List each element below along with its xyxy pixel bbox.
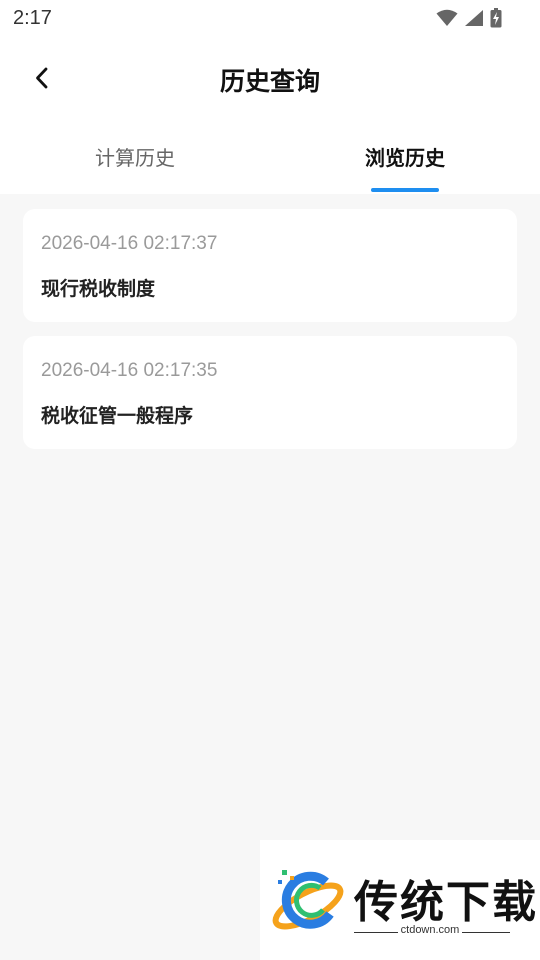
history-item[interactable]: 2026-04-16 02:17:37 现行税收制度 [23, 209, 517, 322]
tab-browse-history[interactable]: 浏览历史 [270, 142, 540, 171]
watermark: 传统下载 ctdown.com [260, 840, 540, 960]
status-time: 2:17 [13, 7, 52, 29]
header: 历史查询 [0, 48, 540, 112]
history-item-time: 2026-04-16 02:17:35 [41, 360, 218, 381]
history-item-time: 2026-04-16 02:17:37 [41, 233, 218, 254]
history-item-title: 现行税收制度 [41, 278, 156, 300]
tab-bar: 计算历史 浏览历史 [0, 130, 540, 194]
tab-compute-history[interactable]: 计算历史 [0, 142, 270, 171]
cellular-signal-icon [464, 9, 484, 27]
battery-charging-icon [490, 8, 502, 28]
history-item[interactable]: 2026-04-16 02:17:35 税收征管一般程序 [23, 336, 517, 449]
status-icons [436, 8, 502, 28]
history-item-title: 税收征管一般程序 [41, 405, 194, 427]
watermark-divider-left [354, 932, 398, 933]
brand-logo-icon [268, 862, 348, 940]
watermark-divider-right [462, 932, 510, 933]
status-bar: 2:17 [0, 0, 540, 36]
watermark-url: ctdown.com [400, 924, 460, 936]
active-tab-indicator [371, 188, 439, 192]
watermark-brand: 传统下载 [354, 877, 538, 928]
wifi-icon [436, 9, 458, 27]
page-title: 历史查询 [219, 67, 320, 96]
